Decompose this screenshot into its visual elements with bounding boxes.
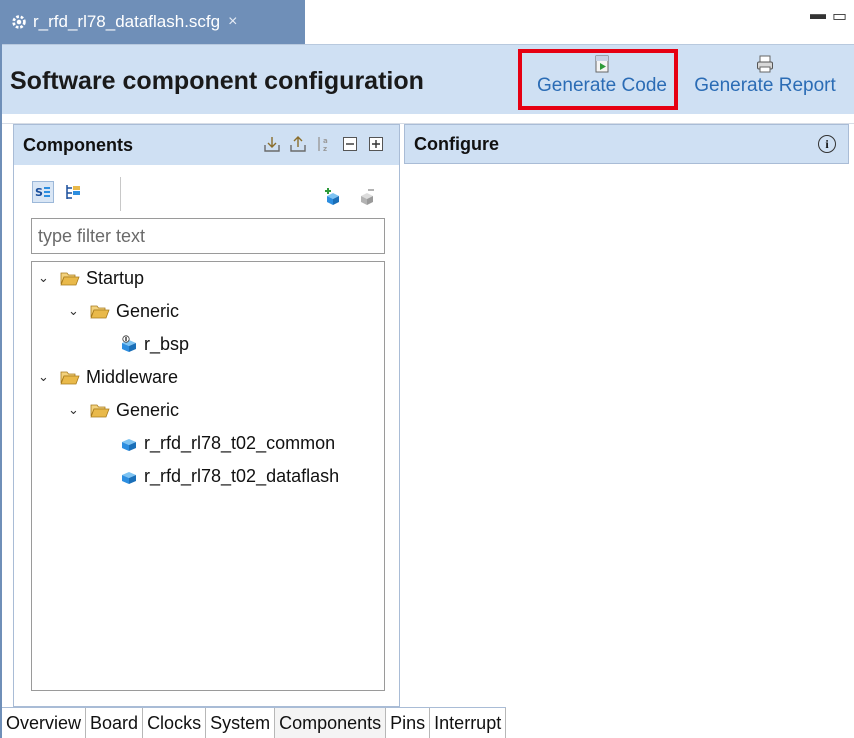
tree-item-label: r_rfd_rl78_t02_dataflash xyxy=(144,465,340,486)
component-tree: ⌄ Startup ⌄ Generic r_bsp ⌄ Middleware ⌄ Generic… xyxy=(31,261,385,691)
tab-overview[interactable]: Overview xyxy=(2,708,87,738)
configure-panel: Configure i xyxy=(404,124,849,707)
tree-item-label: Generic xyxy=(116,399,180,420)
config-header: Software component configuration Generat… xyxy=(2,44,854,114)
configure-panel-title: Configure xyxy=(414,133,499,154)
gear-icon xyxy=(12,15,26,29)
chevron-down-icon[interactable]: ⌄ xyxy=(68,303,84,319)
view-by-category-icon[interactable]: S xyxy=(32,181,54,203)
export-icon[interactable] xyxy=(289,135,307,153)
header-separator xyxy=(2,114,854,124)
editor-tab-title: r_rfd_rl78_dataflash.scfg xyxy=(33,12,221,31)
tree-folder-item[interactable]: ⌄ Startup xyxy=(38,263,144,293)
tab-system[interactable]: System xyxy=(206,708,276,738)
folder-open-icon xyxy=(60,371,80,384)
tab-interrupt[interactable]: Interrupt xyxy=(430,708,507,738)
tree-component-item[interactable]: r_rfd_rl78_t02_dataflash xyxy=(120,461,339,491)
editor-tab[interactable]: r_rfd_rl78_dataflash.scfg × xyxy=(2,0,305,44)
printer-icon xyxy=(757,55,773,73)
svg-text:S: S xyxy=(35,186,43,199)
chevron-down-icon[interactable]: ⌄ xyxy=(68,402,84,418)
maximize-icon[interactable]: ▭ xyxy=(832,6,847,26)
component-cube-icon xyxy=(122,335,136,352)
components-toolbar: S xyxy=(32,177,392,211)
highlight-box xyxy=(518,49,678,110)
tree-item-label: Middleware xyxy=(86,366,179,387)
toolbar-separator xyxy=(120,177,121,211)
tree-folder-item[interactable]: ⌄ Middleware xyxy=(38,362,178,392)
generate-report-label: Generate Report xyxy=(694,75,836,96)
tree-item-label: r_bsp xyxy=(144,333,190,354)
configure-panel-header: Configure i xyxy=(404,124,849,164)
tab-components[interactable]: Components xyxy=(275,708,387,738)
page-title: Software component configuration xyxy=(10,67,424,95)
sort-alpha-icon[interactable]: az xyxy=(315,135,333,153)
tree-folder-item[interactable]: ⌄ Generic xyxy=(68,395,179,425)
generate-report-button[interactable]: Generate Report xyxy=(685,55,845,97)
chevron-down-icon[interactable]: ⌄ xyxy=(38,270,54,286)
components-panel: Components az S type filter text ⌄ Start… xyxy=(13,124,400,707)
add-component-icon[interactable] xyxy=(322,185,344,207)
folder-open-icon xyxy=(60,272,80,285)
components-panel-header: Components az xyxy=(14,125,399,165)
folder-open-icon xyxy=(90,404,110,417)
editor-tab-strip: r_rfd_rl78_dataflash.scfg × ▬ ▭ xyxy=(2,0,854,44)
folder-open-icon xyxy=(90,305,110,318)
tree-component-item[interactable]: r_bsp xyxy=(120,329,189,359)
tree-folder-item[interactable]: ⌄ Generic xyxy=(68,296,179,326)
component-cube-icon xyxy=(122,472,136,484)
minimize-icon[interactable]: ▬ xyxy=(810,6,826,24)
tab-clocks[interactable]: Clocks xyxy=(143,708,207,738)
bottom-tab-bar: Overview Board Clocks System Components Pins I… xyxy=(2,707,507,738)
tab-pins[interactable]: Pins xyxy=(386,708,431,738)
chevron-down-icon[interactable]: ⌄ xyxy=(38,369,54,385)
tree-component-item[interactable]: r_rfd_rl78_t02_common xyxy=(120,428,335,458)
svg-text:z: z xyxy=(323,145,327,153)
info-icon[interactable]: i xyxy=(818,135,836,153)
tree-item-label: r_rfd_rl78_t02_common xyxy=(144,432,336,453)
tab-board[interactable]: Board xyxy=(86,708,144,738)
remove-component-icon[interactable] xyxy=(356,185,378,207)
import-icon[interactable] xyxy=(263,135,281,153)
close-icon[interactable]: × xyxy=(228,13,237,31)
filter-input[interactable] xyxy=(31,218,385,254)
component-cube-icon xyxy=(122,439,136,451)
expand-all-icon[interactable] xyxy=(367,135,385,153)
view-by-function-icon[interactable] xyxy=(62,181,84,203)
tree-item-label: Startup xyxy=(86,267,145,288)
components-panel-title: Components xyxy=(23,134,133,155)
tree-item-label: Generic xyxy=(116,300,180,321)
svg-text:a: a xyxy=(323,137,328,145)
collapse-all-icon[interactable] xyxy=(341,135,359,153)
